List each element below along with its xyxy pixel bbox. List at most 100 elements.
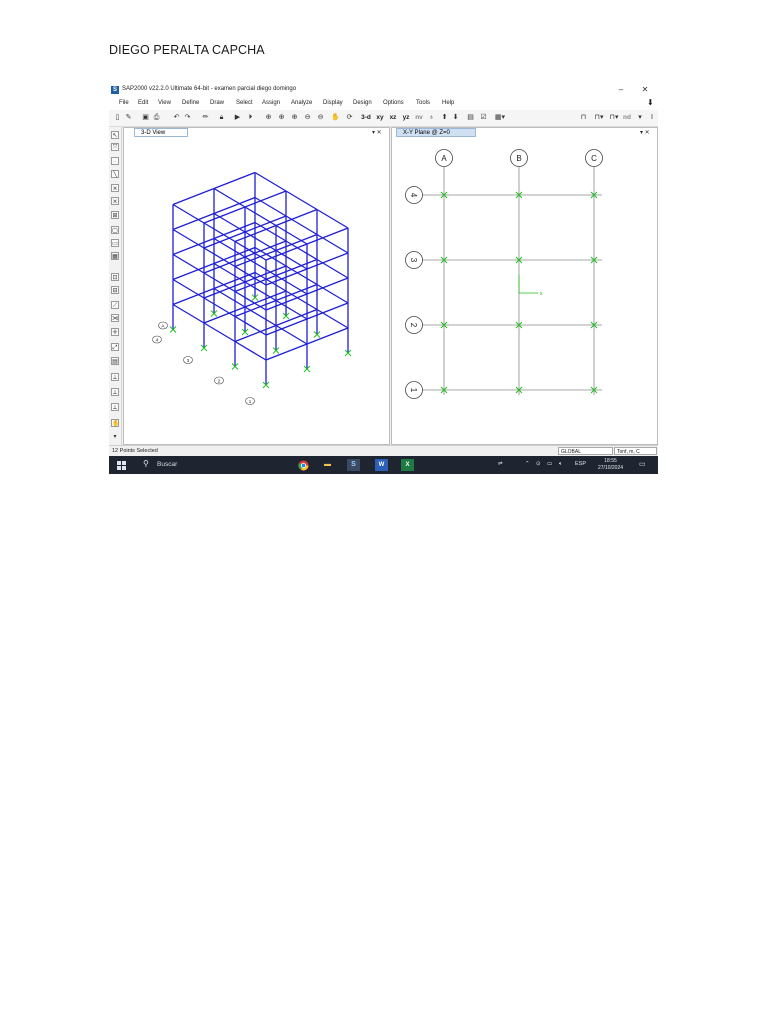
view-xy-button[interactable]: xy (375, 113, 385, 123)
run-now-icon[interactable]: ⏵ (246, 113, 255, 123)
sap2000-taskbar-icon[interactable]: S (347, 459, 360, 471)
menu-display[interactable]: Display (323, 100, 343, 106)
frame-member[interactable] (172, 203, 205, 224)
toolbar-more-icon[interactable]: I (649, 113, 655, 123)
quick-draw-brace-icon[interactable]: ⨯ (111, 197, 119, 205)
redo-icon[interactable]: ↷ (183, 113, 192, 123)
frame-member[interactable] (265, 343, 308, 361)
frame-member[interactable] (244, 206, 277, 227)
volume-icon[interactable]: 🔈︎ (559, 461, 562, 468)
quick-draw-area-icon[interactable]: ▦ (111, 252, 119, 260)
menu-tools[interactable]: Tools (416, 100, 430, 106)
frame-member[interactable] (213, 287, 246, 308)
taskbar-clock[interactable]: 18:55 27/10/2024 (598, 458, 623, 472)
menu-view[interactable]: View (158, 100, 171, 106)
menu-options[interactable]: Options (383, 100, 404, 106)
file-explorer-icon[interactable]: ▬ (321, 459, 334, 471)
frame-icon[interactable]: ⊓ (579, 113, 588, 123)
chrome-icon[interactable] (297, 459, 310, 471)
draw-point-icon[interactable]: · (111, 157, 119, 165)
plan-view-tab[interactable]: X-Y Plane @ Z=0 (396, 128, 476, 137)
frame-member[interactable] (213, 171, 256, 190)
select-previous-icon[interactable]: ⋊ (111, 314, 119, 322)
windows-start-icon[interactable] (117, 461, 126, 470)
select-line-icon[interactable]: ⟋ (111, 301, 119, 309)
toolcol-scroll-icon[interactable]: ▾ (111, 433, 119, 441)
frame-member[interactable] (203, 297, 236, 318)
frame-member[interactable] (244, 256, 277, 277)
download-icon[interactable]: ⬇ (647, 98, 654, 107)
menu-analyze[interactable]: Analyze (291, 100, 312, 106)
frame-member[interactable] (254, 171, 287, 192)
new-file-icon[interactable]: ▯ (113, 113, 122, 123)
plan-view-pane[interactable]: X-Y Plane @ Z=0 ▾ ✕ A B C 4 3 2 1 x (391, 127, 658, 445)
pointer-icon[interactable]: ↖ (111, 131, 119, 139)
frame-member[interactable] (213, 262, 246, 283)
assign-frame-icon[interactable]: ⟂ (111, 388, 119, 396)
frame-member[interactable] (172, 228, 205, 249)
view-3d-button[interactable]: 3-d (360, 113, 372, 123)
word-icon[interactable]: W (375, 459, 388, 471)
assign-restraint-icon[interactable]: ⟂ (111, 373, 119, 381)
snap-point-icon[interactable]: ⤢ (111, 343, 119, 351)
save-icon[interactable]: ▣ (141, 113, 150, 123)
draw-area-icon[interactable]: ▢ (111, 226, 119, 234)
assign-release-icon[interactable]: ✋ (111, 419, 119, 427)
frame-member[interactable] (285, 190, 318, 211)
menu-assign[interactable]: Assign (262, 100, 280, 106)
frame-member[interactable] (213, 212, 246, 233)
frame-member[interactable] (172, 253, 205, 274)
frame-member[interactable] (172, 187, 215, 206)
frame-member[interactable] (213, 237, 246, 258)
frame-member[interactable] (275, 299, 308, 320)
frame-member[interactable] (275, 324, 308, 345)
search-icon[interactable]: ⚲ (143, 459, 149, 468)
frame-member[interactable] (316, 308, 349, 329)
view-yz-button[interactable]: yz (401, 113, 411, 123)
view-nd-button[interactable]: nd (622, 113, 632, 123)
snap-end-icon[interactable]: ▤ (111, 357, 119, 365)
menu-define[interactable]: Define (182, 100, 199, 106)
open-file-icon[interactable]: ✎ (124, 113, 133, 123)
draw-rectangle-icon[interactable]: ▭ (111, 239, 119, 247)
language-indicator[interactable]: ESP (575, 461, 586, 467)
move-up-icon[interactable]: ⬆ (440, 113, 449, 123)
view-nv-button[interactable]: nv (414, 113, 424, 123)
model-3d-drawing[interactable]: 1234A (124, 137, 389, 442)
quick-draw-frame-icon[interactable]: ⊞ (111, 211, 119, 219)
grid-options-icon[interactable]: ▦▾ (494, 113, 506, 123)
display-icon[interactable]: ▭ (547, 461, 552, 467)
assign-load-icon[interactable]: ⟂ (111, 403, 119, 411)
frame-member[interactable] (172, 278, 205, 299)
menu-select[interactable]: Select (236, 100, 253, 106)
plan-grid-drawing[interactable]: A B C 4 3 2 1 x (392, 137, 657, 442)
frame-member[interactable] (234, 315, 267, 336)
frame-type-icon[interactable]: ⊓▾ (593, 113, 605, 123)
menu-design[interactable]: Design (353, 100, 372, 106)
zoom-full-icon[interactable]: ⊕ (277, 113, 286, 123)
undo-icon[interactable]: ↶ (172, 113, 181, 123)
frame-member[interactable] (254, 196, 287, 217)
frame-member[interactable] (316, 208, 349, 229)
menu-draw[interactable]: Draw (210, 100, 224, 106)
select-intersect-icon[interactable]: ⊟ (111, 286, 119, 294)
close-button[interactable]: ✕ (638, 84, 652, 96)
frame-member[interactable] (244, 231, 277, 252)
set-display-options-icon[interactable]: ☑ (479, 113, 488, 123)
view-xz-button[interactable]: xz (388, 113, 398, 123)
frame-member[interactable] (203, 322, 236, 343)
clear-selection-icon[interactable]: ✛ (111, 328, 119, 336)
view-3d-pane[interactable]: 3-D View ▾ ✕ 1234A (123, 127, 390, 445)
move-down-icon[interactable]: ⬇ (451, 113, 460, 123)
lock-icon[interactable]: 🔒︎ (217, 113, 226, 123)
pan-icon[interactable]: ✋ (331, 113, 340, 123)
frame-member[interactable] (172, 303, 205, 324)
notification-icon[interactable]: ▭ (639, 460, 646, 468)
taskbar-search[interactable]: Buscar (157, 461, 177, 468)
frame-member[interactable] (316, 283, 349, 304)
restore-button[interactable] (614, 84, 628, 96)
draw-brace-icon[interactable]: ⨯ (111, 184, 119, 192)
frame-member[interactable] (275, 274, 308, 295)
view-3d-tab[interactable]: 3-D View (134, 128, 188, 137)
frame-member[interactable] (213, 187, 246, 208)
